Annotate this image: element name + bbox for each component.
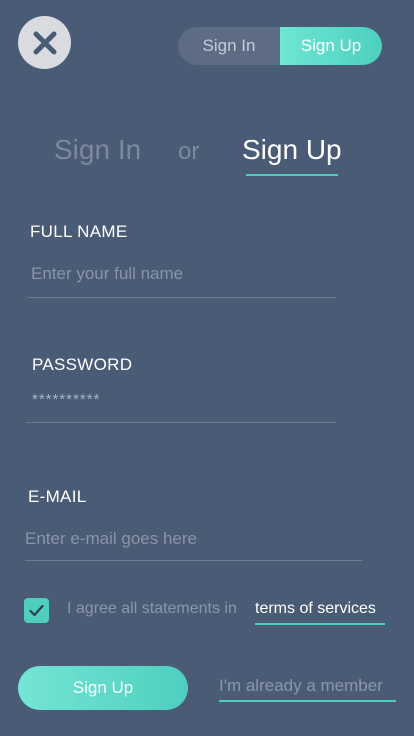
password-field: PASSWORD bbox=[26, 355, 342, 423]
toggle-sign-in[interactable]: Sign In bbox=[178, 27, 280, 65]
terms-link-underline bbox=[255, 623, 385, 625]
email-input[interactable] bbox=[25, 529, 363, 549]
auth-mode-toggle: Sign In Sign Up bbox=[178, 27, 382, 65]
password-input[interactable] bbox=[32, 391, 342, 408]
close-icon bbox=[33, 31, 56, 54]
terms-of-services-link[interactable]: terms of services bbox=[255, 600, 376, 618]
sign-up-button[interactable]: Sign Up bbox=[18, 666, 188, 710]
agree-text: I agree all statements in bbox=[67, 600, 237, 617]
full-name-input[interactable] bbox=[31, 264, 339, 284]
heading-or-label: or bbox=[178, 138, 200, 165]
heading-sign-up-tab[interactable]: Sign Up bbox=[242, 134, 342, 166]
auth-heading: Sign In or Sign Up bbox=[0, 134, 414, 184]
close-button[interactable] bbox=[18, 16, 71, 69]
password-label: PASSWORD bbox=[32, 355, 133, 374]
full-name-field: FULL NAME bbox=[28, 222, 339, 298]
checkmark-icon bbox=[29, 604, 44, 617]
email-label: E-MAIL bbox=[28, 487, 87, 506]
toggle-sign-up[interactable]: Sign Up bbox=[280, 27, 382, 65]
full-name-underline bbox=[28, 297, 336, 298]
active-tab-underline bbox=[246, 174, 338, 176]
full-name-label: FULL NAME bbox=[30, 222, 128, 241]
agree-checkbox[interactable] bbox=[24, 598, 49, 623]
email-underline bbox=[25, 560, 363, 561]
sign-up-screen: Sign In Sign Up Sign In or Sign Up FULL … bbox=[0, 0, 414, 736]
already-member-link[interactable]: I'm already a member bbox=[219, 676, 383, 696]
email-field: E-MAIL bbox=[25, 487, 363, 561]
member-link-underline bbox=[219, 700, 396, 702]
heading-sign-in-tab[interactable]: Sign In bbox=[54, 134, 141, 166]
password-underline bbox=[26, 422, 336, 423]
